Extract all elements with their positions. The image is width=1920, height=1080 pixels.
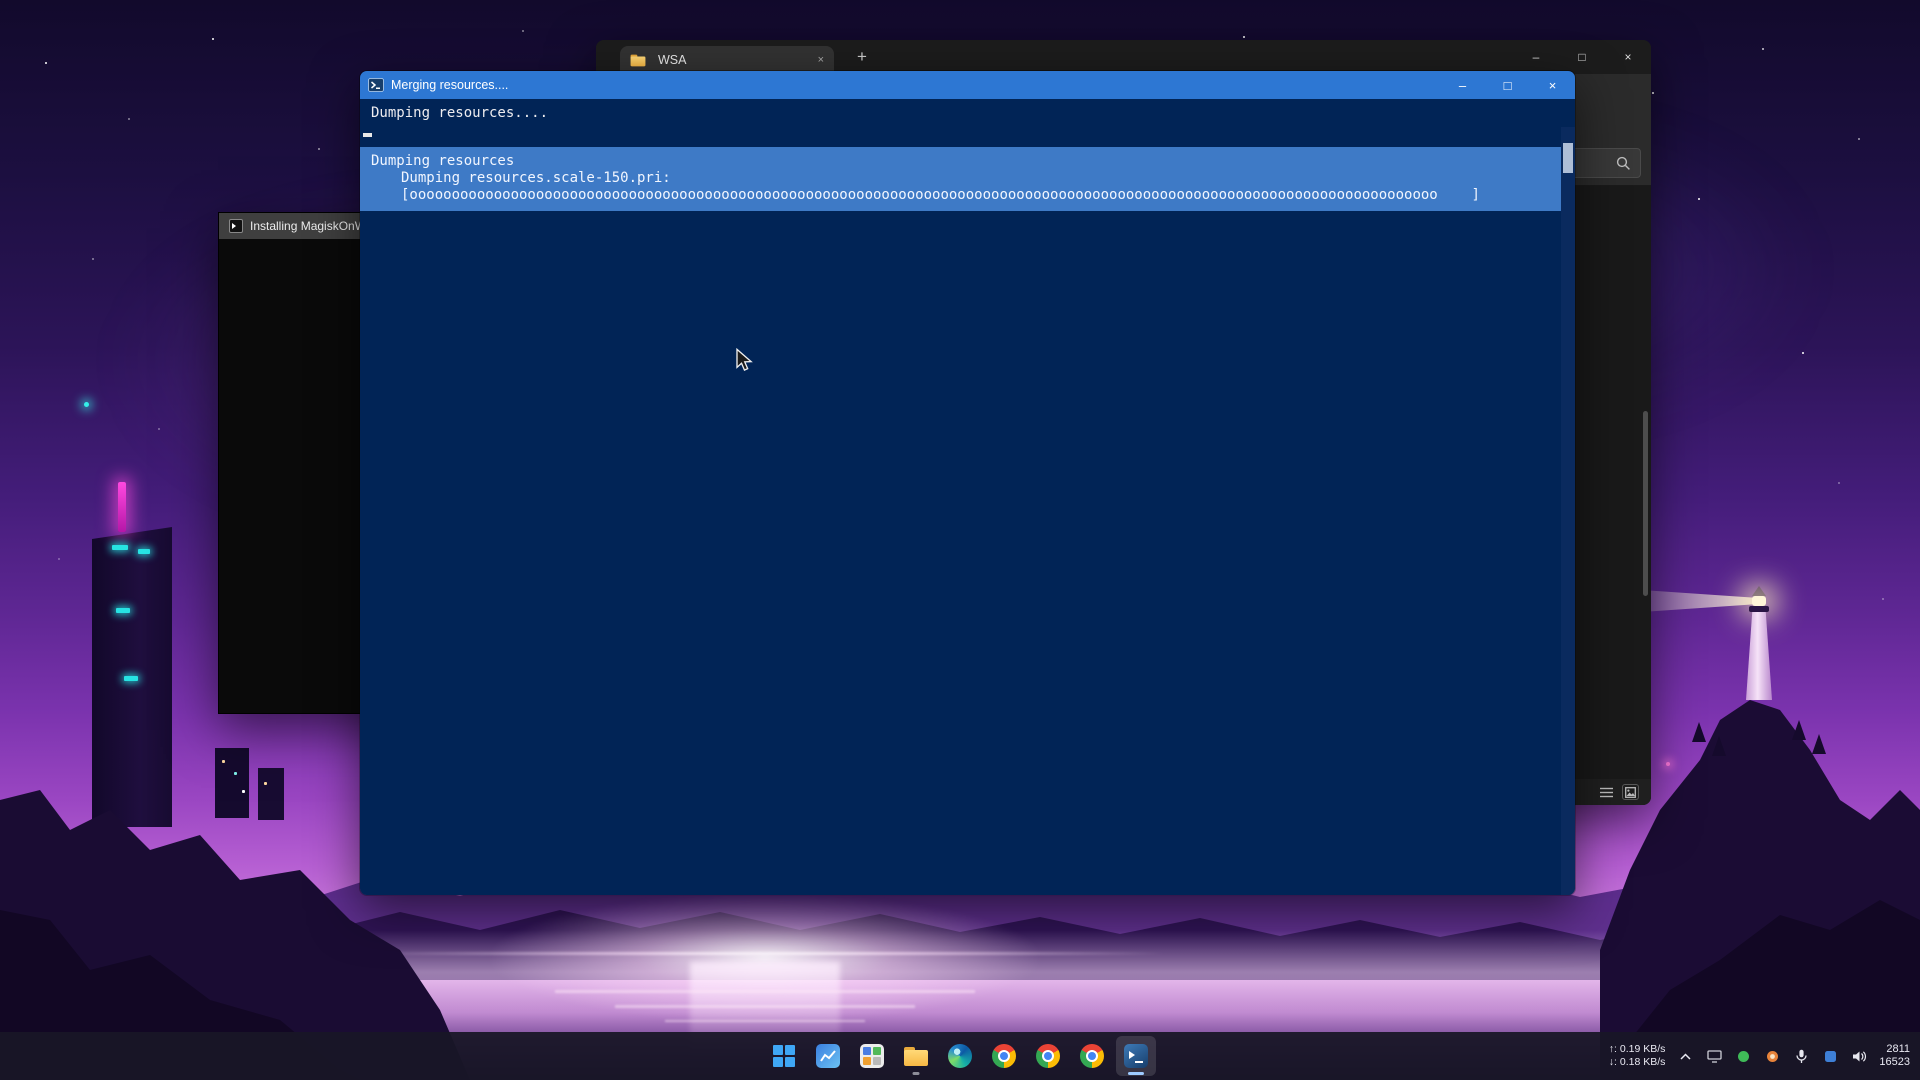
- wallpaper-glow-dot: [84, 402, 89, 407]
- scrollbar-thumb[interactable]: [1563, 143, 1573, 173]
- explorer-tab-label: WSA: [658, 53, 686, 67]
- file-explorer-icon: [904, 1047, 928, 1066]
- wallpaper-tree: [1712, 736, 1726, 756]
- chrome-browser-icon: [1080, 1044, 1104, 1068]
- explorer-maximize-button[interactable]: □: [1559, 40, 1605, 74]
- explorer-scrollbar[interactable]: [1643, 411, 1648, 596]
- folder-icon: [631, 54, 646, 66]
- taskbar-apps-button[interactable]: [852, 1036, 892, 1076]
- tab-close-icon[interactable]: ×: [818, 54, 824, 66]
- powershell-close-button[interactable]: ×: [1530, 71, 1575, 99]
- new-tab-button[interactable]: +: [850, 45, 874, 69]
- taskbar-file-explorer-button[interactable]: [896, 1036, 936, 1076]
- details-view-button[interactable]: [1598, 784, 1615, 800]
- widgets-icon: [816, 1044, 840, 1068]
- powershell-console-output: Dumping resources.... Dumping resources …: [360, 99, 1575, 895]
- installer-console-title: Installing MagiskOnW: [250, 219, 366, 233]
- progress-bar: [ooooooooooooooooooooooooooooooooooooooo…: [360, 187, 1561, 204]
- explorer-titlebar[interactable]: WSA × + – □ ×: [596, 40, 1651, 74]
- wallpaper-reflection: [555, 990, 975, 993]
- mouse-cursor: [735, 348, 755, 372]
- tray-stat-top: 2811: [1879, 1043, 1910, 1056]
- wallpaper-reflection: [615, 1005, 915, 1008]
- tray-display-button[interactable]: [1705, 1047, 1723, 1065]
- tray-microphone-button[interactable]: [1792, 1047, 1810, 1065]
- chevron-up-icon: [1680, 1053, 1691, 1060]
- taskbar: ↑: 0.19 KB/s ↓: 0.18 KB/s 2811 16523: [0, 1032, 1920, 1080]
- wallpaper-window-light: [138, 549, 150, 554]
- traffic-download: ↓: 0.18 KB/s: [1609, 1056, 1666, 1069]
- explorer-close-button[interactable]: ×: [1605, 40, 1651, 74]
- lighthouse-gallery: [1749, 606, 1769, 612]
- tray-chevron-button[interactable]: [1676, 1047, 1694, 1065]
- app-grid-icon: [860, 1044, 884, 1068]
- powershell-minimize-button[interactable]: –: [1440, 71, 1485, 99]
- taskbar-chrome-button-2[interactable]: [1028, 1036, 1068, 1076]
- wallpaper-window-light: [112, 545, 128, 550]
- tray-stat-bottom: 16523: [1879, 1056, 1910, 1069]
- taskbar-chrome-button-3[interactable]: [1072, 1036, 1112, 1076]
- wallpaper-reflection: [665, 1020, 865, 1022]
- chrome-browser-icon: [992, 1044, 1016, 1068]
- explorer-minimize-button[interactable]: –: [1513, 40, 1559, 74]
- green-dot-icon: [1737, 1050, 1750, 1063]
- wallpaper-tree: [1812, 734, 1826, 754]
- tray-app-green-button[interactable]: [1734, 1047, 1752, 1065]
- edge-browser-icon: [948, 1044, 972, 1068]
- wallpaper-window-light: [116, 608, 130, 613]
- chrome-browser-icon: [1036, 1044, 1060, 1068]
- taskbar-edge-button[interactable]: [940, 1036, 980, 1076]
- progress-status: Dumping resources.scale-150.pri:: [360, 170, 1561, 187]
- search-icon: [1616, 156, 1631, 171]
- wallpaper-city-light: [264, 782, 267, 785]
- console-output-line: Dumping resources....: [371, 105, 548, 122]
- taskbar-powershell-button[interactable]: [1116, 1036, 1156, 1076]
- wallpaper-window-light: [124, 676, 138, 681]
- taskbar-chrome-button-1[interactable]: [984, 1036, 1024, 1076]
- lighthouse-light: [1752, 596, 1766, 606]
- display-icon: [1707, 1050, 1722, 1063]
- console-caret: [363, 133, 372, 137]
- thumbnail-view-button[interactable]: [1622, 784, 1639, 800]
- wallpaper-city-light: [222, 760, 225, 763]
- windows-start-icon: [773, 1045, 795, 1067]
- tray-volume-button[interactable]: [1850, 1047, 1868, 1065]
- wallpaper-tree: [1692, 722, 1706, 742]
- traffic-upload: ↑: 0.19 KB/s: [1609, 1043, 1666, 1056]
- powershell-maximize-button[interactable]: □: [1485, 71, 1530, 99]
- taskbar-widgets-button[interactable]: [808, 1036, 848, 1076]
- powershell-titlebar[interactable]: Merging resources.... – □ ×: [360, 71, 1575, 99]
- progress-banner: Dumping resources Dumping resources.scal…: [360, 147, 1561, 211]
- powershell-icon: [1124, 1044, 1148, 1068]
- traffic-monitor[interactable]: ↑: 0.19 KB/s ↓: 0.18 KB/s: [1609, 1043, 1666, 1069]
- tray-stats[interactable]: 2811 16523: [1879, 1043, 1910, 1069]
- wallpaper-city-light: [242, 790, 245, 793]
- powershell-icon: [368, 77, 384, 93]
- powershell-scrollbar[interactable]: [1561, 127, 1575, 895]
- progress-activity: Dumping resources: [360, 153, 1561, 170]
- tray-app-blue-button[interactable]: [1821, 1047, 1839, 1065]
- wallpaper-tree: [1792, 720, 1806, 740]
- lighthouse-dome: [1752, 586, 1766, 596]
- console-icon: [229, 219, 243, 233]
- wallpaper-city-light: [234, 772, 237, 775]
- wallpaper-neon-light: [118, 482, 126, 532]
- powershell-window-title: Merging resources....: [391, 78, 508, 92]
- tray-app-color-button[interactable]: [1763, 1047, 1781, 1065]
- powershell-window[interactable]: Merging resources.... – □ × Dumping reso…: [359, 70, 1576, 896]
- wallpaper-stars: [0, 0, 2, 2]
- microphone-icon: [1796, 1049, 1807, 1064]
- start-button[interactable]: [764, 1036, 804, 1076]
- colored-circle-icon: [1766, 1050, 1779, 1063]
- blue-square-icon: [1824, 1050, 1837, 1063]
- speaker-icon: [1852, 1050, 1867, 1063]
